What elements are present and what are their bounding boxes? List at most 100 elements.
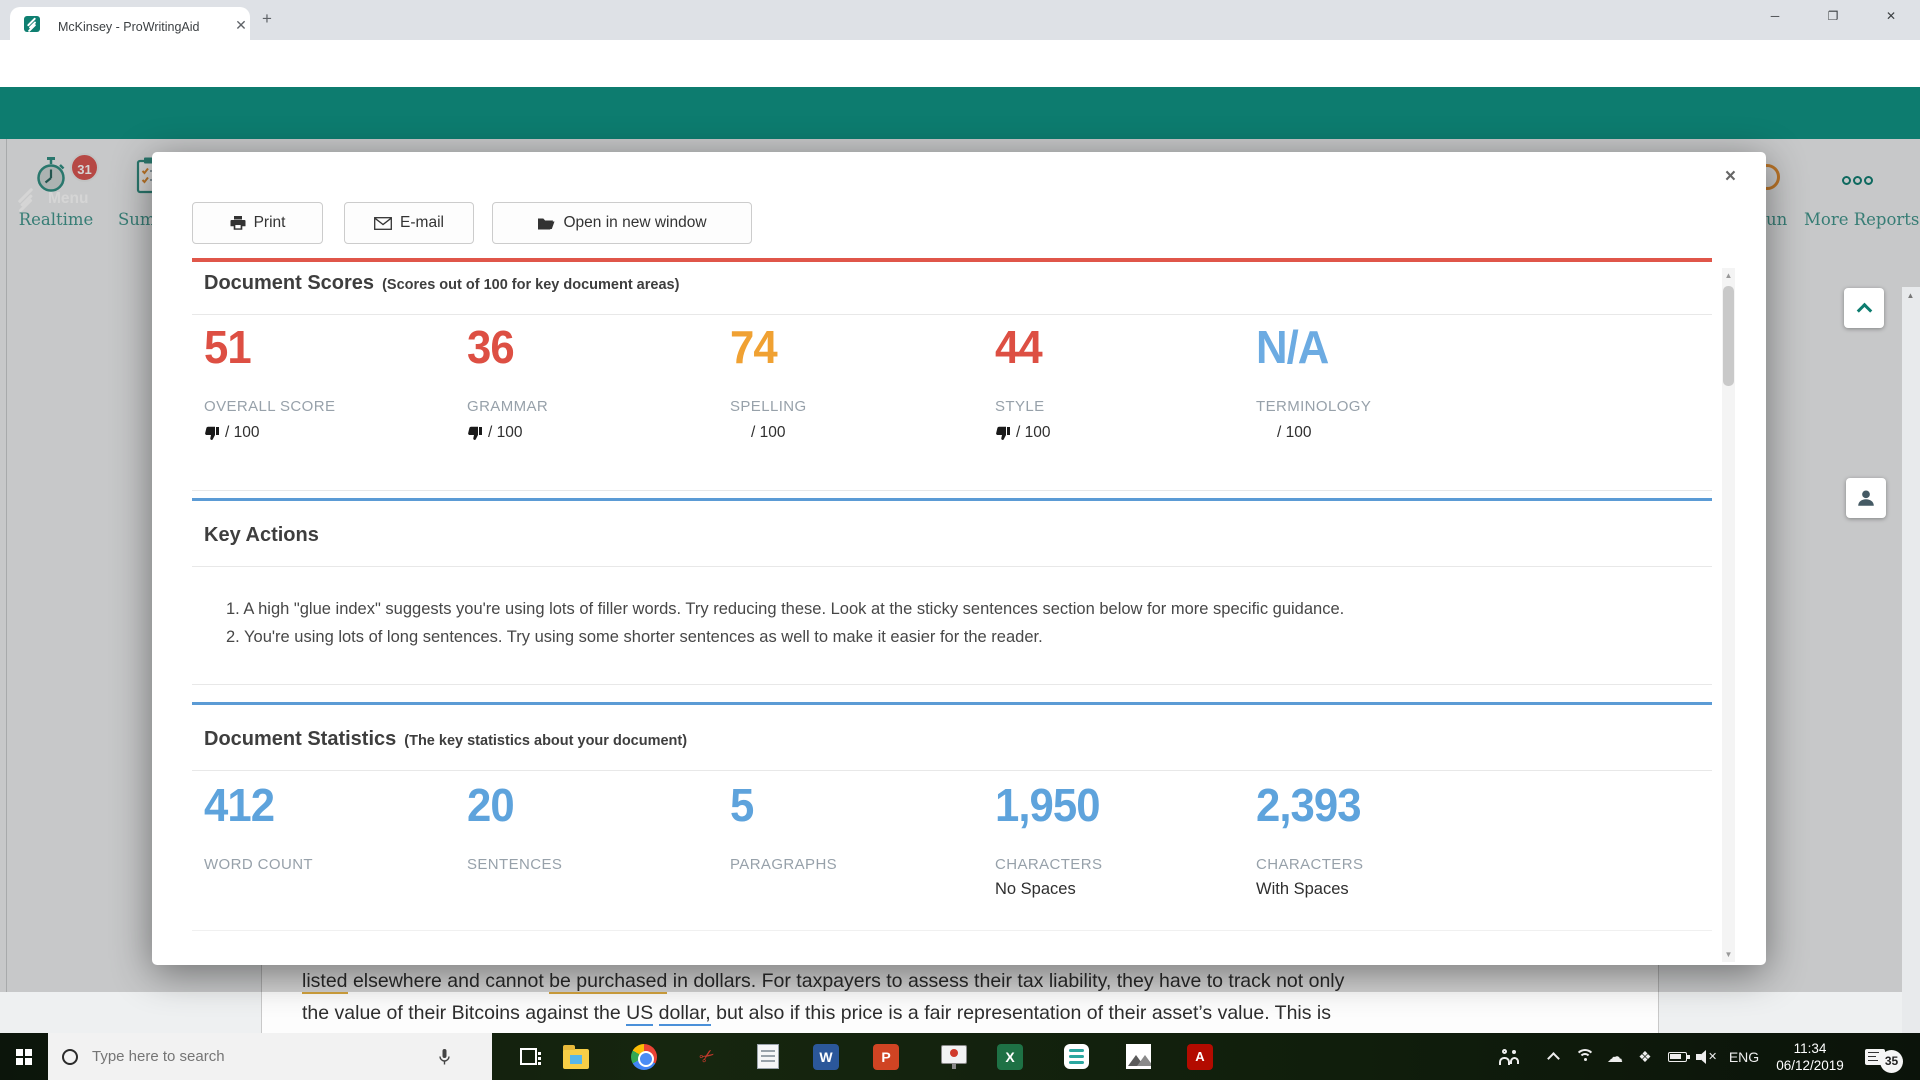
thumbs-down-icon	[995, 425, 1011, 441]
taskbar-chrome[interactable]	[620, 1033, 668, 1080]
page-scrollbar[interactable]: ▲	[1902, 287, 1920, 1033]
screen: McKinsey - ProWritingAid ✕ + ─ ❐ ✕ ← → ↻…	[0, 0, 1920, 1080]
stat-value: 20	[467, 778, 514, 832]
print-button[interactable]: Print	[192, 202, 323, 244]
tray-onedrive[interactable]: ☁	[1598, 1033, 1632, 1080]
chevron-up-icon	[1547, 1052, 1560, 1065]
taskbar: ✂ W P X A ☁ ❖ ✕ ENG 11:34 06/12/2019	[0, 1033, 1920, 1080]
document-statistics-heading: Document Statistics(The key statistics a…	[204, 728, 687, 751]
score-denominator: / 100	[730, 424, 785, 442]
document-scores-heading: Document Scores(Scores out of 100 for ke…	[204, 272, 679, 295]
chrome-icon	[631, 1044, 657, 1070]
windows-logo-icon	[16, 1049, 32, 1065]
open-new-window-label: Open in new window	[563, 214, 706, 232]
divider	[192, 684, 1712, 685]
taskbar-file-explorer[interactable]	[554, 1033, 598, 1080]
microphone-icon[interactable]	[438, 1048, 451, 1066]
report-summary-modal: × Print E-mail Open in new window Docume…	[152, 152, 1766, 965]
recorder-icon	[941, 1045, 967, 1064]
scissors-icon: ✂	[696, 1044, 720, 1070]
excel-icon: X	[997, 1044, 1023, 1070]
taskbar-search[interactable]	[48, 1033, 492, 1080]
score-value: 36	[467, 320, 514, 374]
tray-dropbox[interactable]: ❖	[1628, 1033, 1662, 1080]
score-value: N/A	[1256, 320, 1328, 374]
email-button[interactable]: E-mail	[344, 202, 474, 244]
tray-network[interactable]	[1568, 1033, 1602, 1080]
score-value: 74	[730, 320, 777, 374]
score-label: TERMINOLOGY	[1256, 398, 1371, 415]
score-label: OVERALL SCORE	[204, 398, 335, 415]
key-action-item: 1. A high "glue index" suggests you're u…	[226, 600, 1344, 619]
document-scores-title: Document Scores	[204, 272, 374, 294]
search-input[interactable]	[92, 1048, 422, 1065]
battery-icon	[1668, 1052, 1687, 1062]
task-view-icon	[520, 1048, 537, 1065]
print-label: Print	[254, 214, 286, 232]
photos-icon	[1126, 1044, 1151, 1069]
person-icon	[1855, 487, 1877, 509]
acrobat-icon: A	[1187, 1044, 1213, 1070]
taskbar-acrobat[interactable]: A	[1176, 1033, 1224, 1080]
taskbar-capture-app[interactable]	[1052, 1033, 1100, 1080]
tab-title: McKinsey - ProWritingAid	[58, 20, 199, 34]
taskbar-snipping-tool[interactable]: ✂	[684, 1033, 732, 1080]
scroll-up-icon[interactable]: ▲	[1904, 291, 1917, 300]
wifi-icon	[1575, 1049, 1595, 1065]
document-statistics-title: Document Statistics	[204, 728, 396, 750]
new-tab-button[interactable]: +	[262, 9, 272, 29]
cortana-icon	[62, 1049, 78, 1065]
taskbar-notepad[interactable]	[744, 1033, 792, 1080]
notification-count-badge: 35	[1880, 1050, 1903, 1073]
tray-language[interactable]: ENG	[1722, 1033, 1766, 1080]
collapse-up-button[interactable]	[1844, 288, 1884, 328]
divider	[192, 930, 1712, 931]
taskbar-photos[interactable]	[1114, 1033, 1162, 1080]
user-panel-button[interactable]	[1846, 478, 1886, 518]
capture-app-icon	[1064, 1044, 1089, 1069]
stat-label: PARAGRAPHS	[730, 856, 837, 873]
taskbar-word[interactable]: W	[802, 1033, 850, 1080]
dropbox-icon: ❖	[1638, 1048, 1651, 1066]
score-value: 51	[204, 320, 251, 374]
app-header: Menu Reports Settings	[0, 87, 1920, 139]
stat-label: CHARACTERS	[1256, 856, 1363, 873]
key-action-item: 2. You're using lots of long sentences. …	[226, 628, 1043, 647]
window-maximize-button[interactable]: ❐	[1804, 0, 1862, 32]
speaker-muted-icon: ✕	[1696, 1050, 1718, 1064]
modal-scrollbar-thumb[interactable]	[1723, 286, 1734, 386]
modal-close-icon[interactable]: ×	[1725, 166, 1736, 188]
section-rule-blue	[192, 498, 1712, 501]
tray-show-hidden[interactable]	[1536, 1033, 1570, 1080]
tray-volume[interactable]: ✕	[1690, 1033, 1724, 1080]
cloud-icon: ☁	[1607, 1047, 1623, 1067]
chevron-up-icon	[1856, 303, 1872, 319]
browser-tab[interactable]: McKinsey - ProWritingAid ✕	[10, 7, 250, 40]
taskbar-excel[interactable]: X	[986, 1033, 1034, 1080]
divider	[192, 770, 1712, 771]
notepad-icon	[757, 1044, 779, 1069]
start-button[interactable]	[0, 1033, 48, 1080]
key-actions-title: Key Actions	[204, 524, 319, 547]
divider	[192, 566, 1712, 567]
tab-close-icon[interactable]: ✕	[232, 17, 250, 34]
tray-people[interactable]	[1490, 1033, 1530, 1080]
scroll-down-icon[interactable]: ▼	[1722, 950, 1735, 959]
task-view-button[interactable]	[506, 1033, 550, 1080]
tray-clock[interactable]: 11:34 06/12/2019	[1768, 1033, 1852, 1080]
score-label: GRAMMAR	[467, 398, 548, 415]
stat-sublabel: No Spaces	[995, 880, 1076, 899]
word-icon: W	[813, 1044, 839, 1070]
scroll-up-icon[interactable]: ▲	[1722, 271, 1735, 280]
stat-value: 412	[204, 778, 274, 832]
folder-icon	[563, 1049, 589, 1069]
open-new-window-button[interactable]: Open in new window	[492, 202, 752, 244]
stat-value: 2,393	[1256, 778, 1361, 832]
thumbs-down-icon	[204, 425, 220, 441]
window-minimize-button[interactable]: ─	[1746, 0, 1804, 32]
taskbar-powerpoint[interactable]: P	[862, 1033, 910, 1080]
score-label: STYLE	[995, 398, 1045, 415]
taskbar-steps-recorder[interactable]	[930, 1033, 978, 1080]
window-close-button[interactable]: ✕	[1862, 0, 1920, 32]
browser-toolbar: ← → ↻ ⌂ prowritingaid.com/en/Analysis/We…	[0, 40, 1920, 87]
